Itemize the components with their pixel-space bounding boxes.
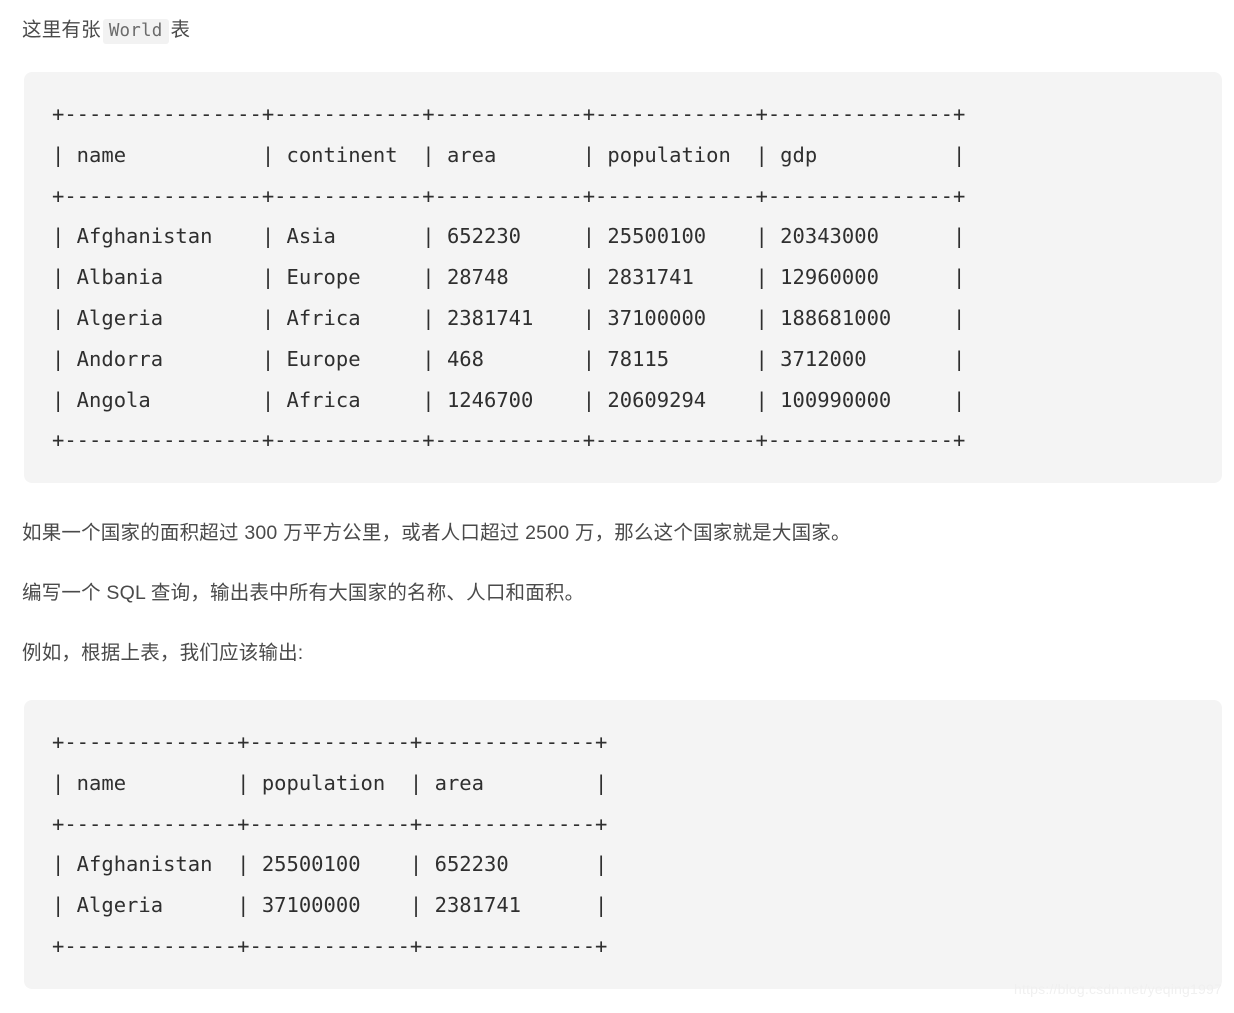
- code-block-result-table: +--------------+-------------+----------…: [24, 700, 1222, 989]
- ascii-table-world: +----------------+------------+---------…: [52, 102, 966, 453]
- paragraph-condition: 如果一个国家的面积超过 300 万平方公里，或者人口超过 2500 万，那么这个…: [22, 522, 851, 544]
- watermark: https://blog.csdn.net/yeqing1997: [1014, 981, 1222, 997]
- code-block-world-table: +----------------+------------+---------…: [24, 72, 1222, 484]
- intro-text-after: 表: [170, 19, 191, 41]
- ascii-table-result: +--------------+-------------+----------…: [52, 730, 608, 958]
- paragraph-example-intro: 例如，根据上表，我们应该输出:: [22, 642, 304, 664]
- intro-line: 这里有张 World 表: [22, 14, 190, 47]
- intro-text-before: 这里有张: [22, 19, 101, 41]
- paragraph-task: 编写一个 SQL 查询，输出表中所有大国家的名称、人口和面积。: [22, 582, 585, 604]
- inline-code-world: World: [102, 19, 169, 44]
- article-page: 这里有张 World 表 +----------------+-----------…: [0, 0, 1234, 1013]
